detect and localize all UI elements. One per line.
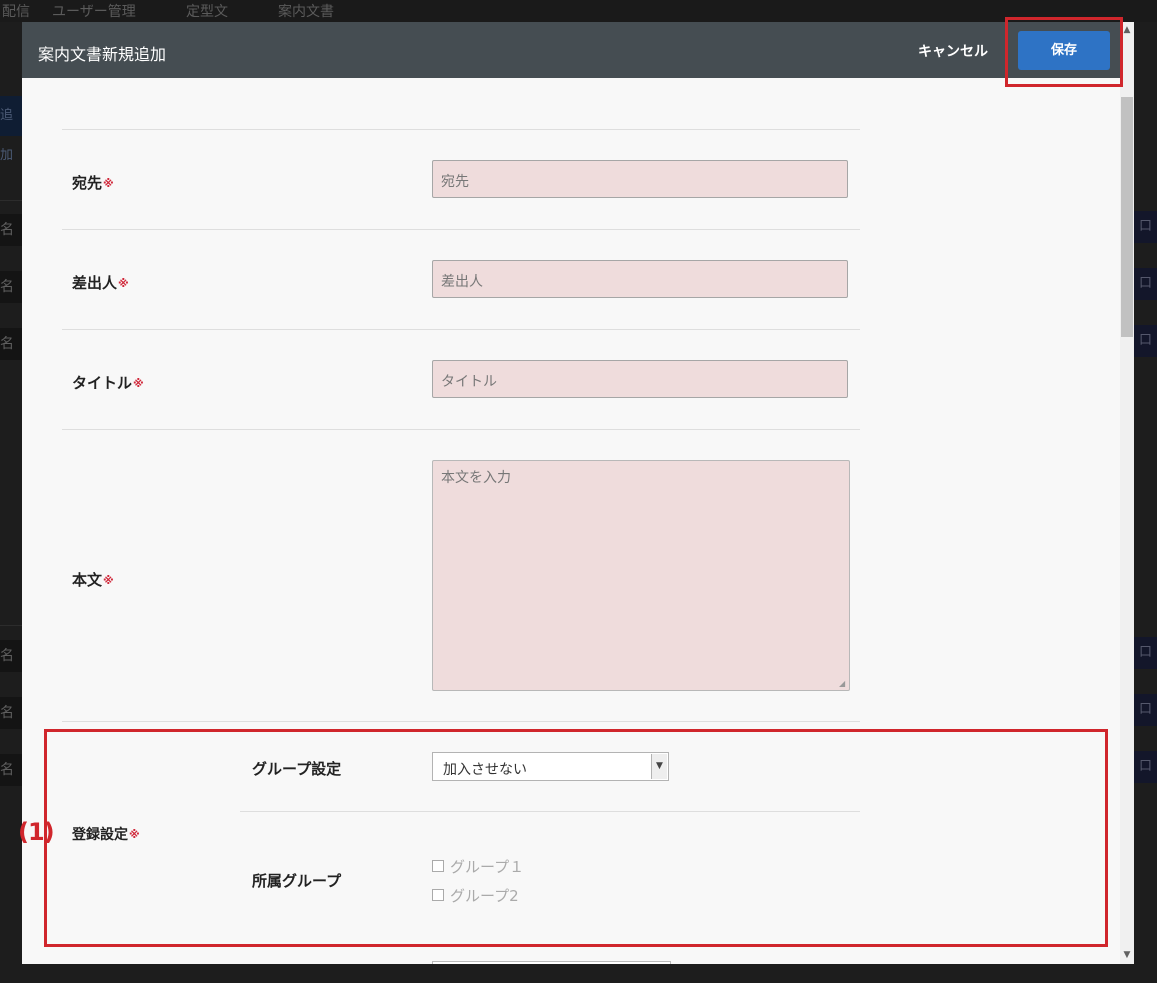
- background-action-mark: 口: [1134, 325, 1157, 357]
- background-row-label: 名: [0, 271, 22, 303]
- modal-title: 案内文書新規追加: [38, 45, 167, 64]
- background-action-mark: 口: [1134, 268, 1157, 300]
- title-label: タイトル※: [72, 374, 144, 392]
- background-action-mark: 口: [1134, 211, 1157, 243]
- title-input[interactable]: タイトル: [432, 360, 848, 398]
- save-button-highlight: [1005, 17, 1123, 87]
- form-divider: [62, 129, 860, 130]
- recipient-input[interactable]: 宛先: [432, 160, 848, 198]
- nav-item-user-management: ユーザー管理: [52, 4, 136, 20]
- nav-item-guide-documents: 案内文書: [278, 4, 334, 20]
- body-textarea[interactable]: 本文を入力 ◢: [432, 460, 850, 691]
- form-divider: [62, 329, 860, 330]
- callout-label: (1): [18, 818, 55, 846]
- background-row-label: 名: [0, 754, 22, 786]
- required-mark: ※: [103, 574, 114, 587]
- next-select-peek[interactable]: [432, 961, 671, 964]
- resize-grip-icon[interactable]: ◢: [839, 680, 847, 688]
- cancel-button[interactable]: キャンセル: [918, 41, 988, 61]
- required-mark: ※: [133, 377, 144, 390]
- background-action-mark: 口: [1134, 751, 1157, 783]
- sender-label: 差出人※: [72, 274, 129, 292]
- nav-item-templates: 定型文: [186, 4, 228, 20]
- background-row-label: 名: [0, 640, 22, 672]
- required-mark: ※: [118, 277, 129, 290]
- body-placeholder: 本文を入力: [441, 470, 511, 486]
- background-row-label: 名: [0, 697, 22, 729]
- sender-input[interactable]: 差出人: [432, 260, 848, 298]
- nav-item-delivery: 配信: [2, 4, 30, 20]
- background-row-label: 名: [0, 328, 22, 360]
- form-divider: [62, 229, 860, 230]
- form-divider: [62, 721, 860, 722]
- registration-section-highlight: [44, 729, 1108, 947]
- body-label: 本文※: [72, 571, 114, 589]
- background-divider: [0, 625, 22, 626]
- required-mark: ※: [103, 177, 114, 190]
- background-add-button: 追加: [0, 96, 22, 163]
- vertical-scrollbar[interactable]: ▲ ▼: [1120, 22, 1134, 964]
- background-row-label: 名: [0, 214, 22, 246]
- scroll-down-icon[interactable]: ▼: [1120, 947, 1134, 964]
- form-divider: [62, 429, 860, 430]
- background-action-mark: 口: [1134, 694, 1157, 726]
- modal-header: 案内文書新規追加 キャンセル 保存: [22, 22, 1134, 78]
- background-action-mark: 口: [1134, 637, 1157, 669]
- background-divider: [0, 200, 22, 201]
- background-nav: 配信 ユーザー管理 定型文 案内文書: [0, 0, 1157, 22]
- scrollbar-thumb[interactable]: [1121, 97, 1133, 337]
- recipient-label: 宛先※: [72, 174, 114, 192]
